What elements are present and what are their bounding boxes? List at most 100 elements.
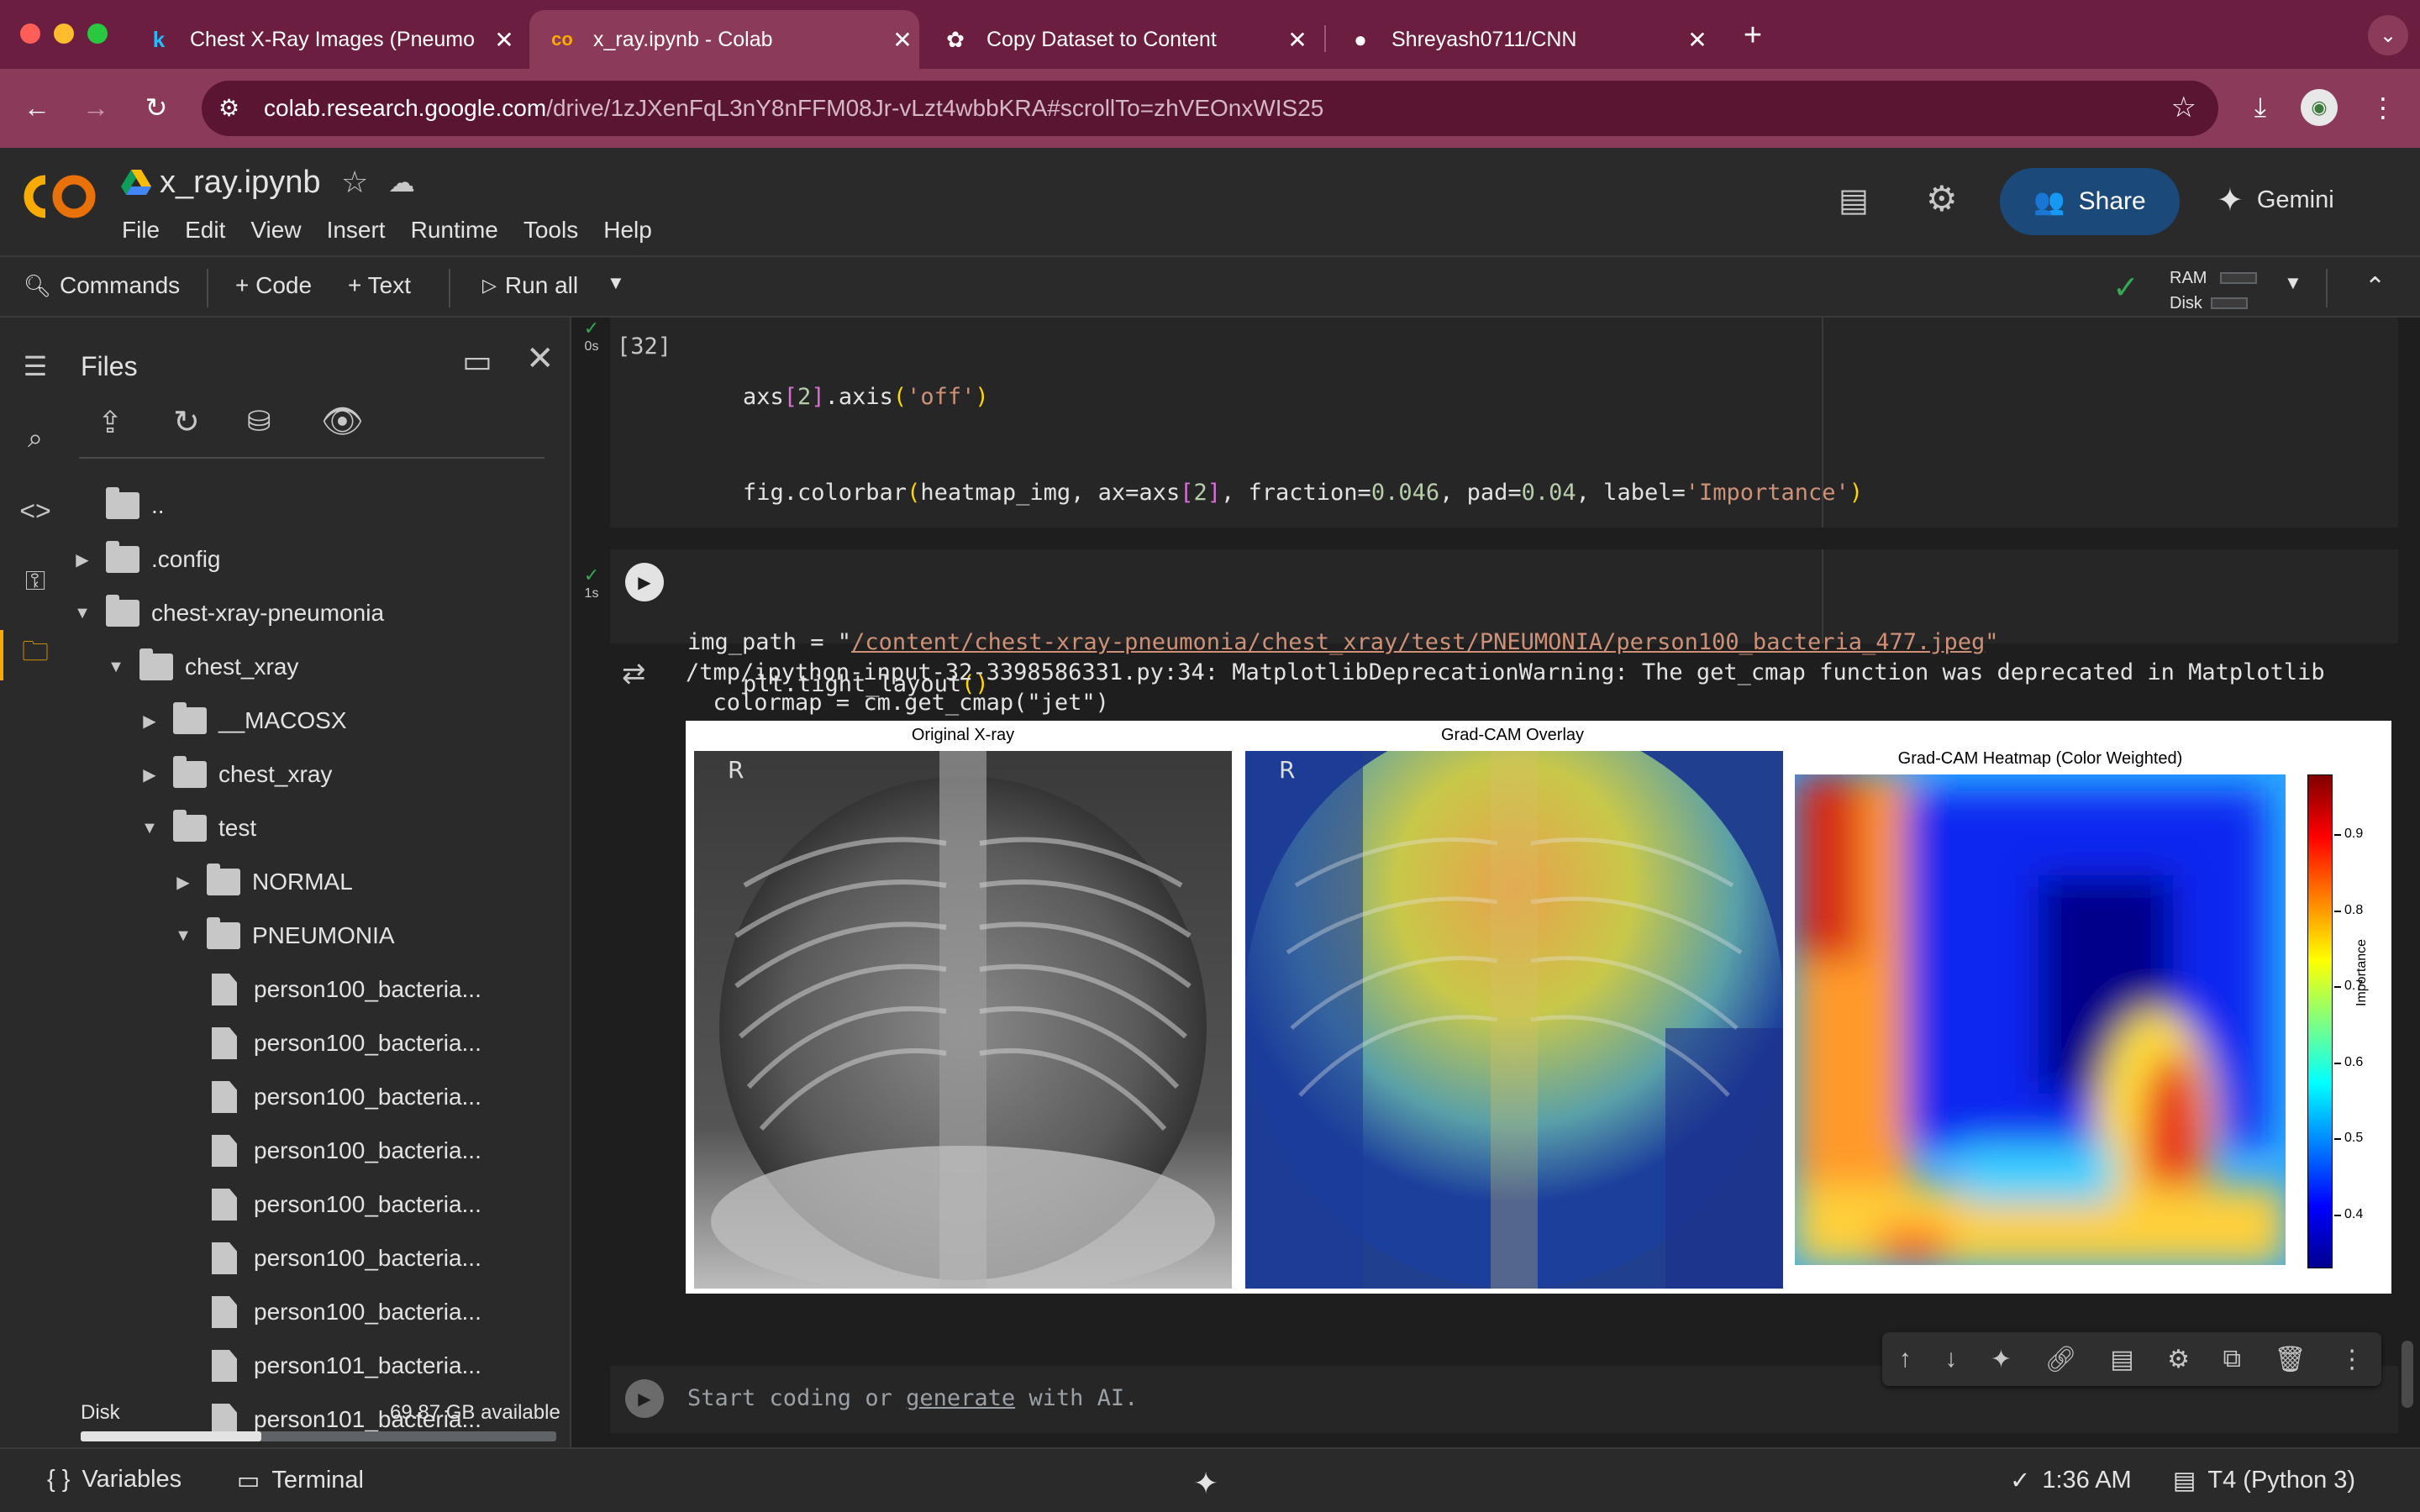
chevron-right-icon[interactable]: ▶ (173, 872, 193, 893)
folder-item[interactable]: ▼ test (139, 803, 256, 853)
menu-edit[interactable]: Edit (185, 217, 225, 244)
code-snippets-icon[interactable]: <> (17, 492, 54, 529)
menu-view[interactable]: View (250, 217, 301, 244)
run-all-dropdown-icon[interactable]: ▼ (607, 272, 625, 294)
file-path-link[interactable]: /content/chest-xray-pneumonia/chest_xray… (851, 629, 1985, 655)
bookmark-star-icon[interactable]: ☆ (2171, 91, 2196, 124)
settings-gear-icon[interactable]: ⚙ (1926, 178, 1958, 219)
site-info-icon[interactable]: ⚙ (218, 94, 239, 122)
resource-dropdown-icon[interactable]: ▼ (2284, 272, 2302, 294)
close-panel-icon[interactable]: ✕ (526, 339, 555, 378)
file-item[interactable]: person100_bacteria... (207, 1126, 481, 1176)
files-folder-icon[interactable]: 🗀 (17, 636, 54, 674)
terminal-button[interactable]: ▭ Terminal (237, 1466, 364, 1495)
chevron-right-icon[interactable]: ▶ (139, 711, 160, 732)
close-tab-icon[interactable]: ✕ (886, 26, 919, 54)
open-in-tab-icon[interactable]: ▭ (462, 343, 492, 381)
folder-item[interactable]: ▼ chest-xray-pneumonia (72, 588, 384, 638)
run-all-button[interactable]: ▷ Run all (482, 272, 578, 299)
folder-item[interactable]: ▼ chest_xray (106, 642, 298, 692)
chevron-right-icon[interactable]: ▶ (72, 549, 92, 570)
file-item[interactable]: person100_bacteria... (207, 1018, 481, 1068)
minimize-window-button[interactable] (54, 24, 74, 44)
close-tab-icon[interactable]: ✕ (1281, 26, 1314, 54)
folder-item[interactable]: ▶ NORMAL (173, 857, 353, 907)
link-icon[interactable]: 🔗︎ (2045, 1345, 2077, 1374)
back-arrow-icon[interactable]: ← (17, 87, 57, 128)
maximize-window-button[interactable] (87, 24, 108, 44)
new-tab-button[interactable]: + (1733, 15, 1773, 55)
generate-link[interactable]: generate (906, 1385, 1015, 1411)
variables-button[interactable]: { } Variables (47, 1466, 182, 1494)
file-item[interactable]: person100_bacteria... (207, 1179, 481, 1230)
scrollbar-thumb[interactable] (2402, 1341, 2413, 1408)
reload-icon[interactable]: ↻ (136, 87, 176, 128)
chevron-down-icon[interactable]: ▼ (173, 927, 193, 946)
folder-item[interactable]: ▶ __MACOSX (139, 696, 347, 746)
show-hidden-files-icon[interactable]: 👁︎ (321, 402, 364, 441)
comments-icon[interactable]: ▤ (1839, 181, 1869, 219)
folder-item[interactable]: ▼ PNEUMONIA (173, 911, 395, 961)
cell-settings-icon[interactable]: ⚙ (2167, 1345, 2190, 1374)
secrets-key-icon[interactable]: ⚿ (17, 563, 54, 600)
folder-item[interactable]: ▶ .config (72, 534, 221, 585)
mount-drive-icon[interactable]: ⛁ (247, 405, 271, 438)
cell-placeholder[interactable]: Start coding or generate with AI. (687, 1383, 1138, 1415)
file-item[interactable]: person101_bacteria... (207, 1341, 481, 1391)
browser-tab-kaggle[interactable]: k Chest X-Ray Images (Pneumo ✕ (126, 10, 521, 69)
add-code-button[interactable]: + Code (235, 272, 312, 299)
mirror-cell-icon[interactable]: ⧉ (2223, 1345, 2241, 1373)
browser-tab-github[interactable]: ● Shreyash0711/CNN ✕ (1328, 10, 1714, 69)
file-item[interactable]: person100_bacteria... (207, 1072, 481, 1122)
close-tab-icon[interactable]: ✕ (487, 26, 521, 54)
notebook-title[interactable]: x_ray.ipynb (160, 165, 321, 201)
comment-icon[interactable]: ▤ (2110, 1345, 2133, 1374)
folder-item[interactable]: .. (72, 480, 165, 531)
chevron-down-icon[interactable]: ▼ (72, 604, 92, 623)
browser-tab-colab[interactable]: co x_ray.ipynb - Colab ✕ (529, 10, 919, 69)
menu-tools[interactable]: Tools (523, 217, 578, 244)
folder-item[interactable]: ▶ chest_xray (139, 749, 332, 800)
table-of-contents-icon[interactable]: ☰ (17, 348, 54, 385)
chevron-down-icon[interactable]: ▼ (106, 658, 126, 677)
menu-help[interactable]: Help (603, 217, 652, 244)
chevron-right-icon[interactable]: ▶ (139, 764, 160, 785)
commands-button[interactable]: 🔍︎ Commands (24, 272, 180, 299)
output-actions-icon[interactable]: ⇄ (622, 657, 646, 690)
close-window-button[interactable] (20, 24, 40, 44)
move-cell-up-icon[interactable]: ↑ (1899, 1345, 1912, 1373)
browser-tab-chatgpt[interactable]: ✿ Copy Dataset to Content ✕ (923, 10, 1314, 69)
menu-runtime[interactable]: Runtime (411, 217, 498, 244)
file-item[interactable]: person100_bacteria... (207, 964, 481, 1015)
file-item[interactable]: person100_bacteria... (207, 1287, 481, 1337)
gemini-sparkle-icon[interactable]: ✦ (1193, 1466, 1218, 1501)
address-bar[interactable]: ⚙ colab.research.google.com/drive/1zJXen… (202, 81, 2218, 136)
download-icon[interactable]: ⤓ (2240, 87, 2281, 128)
run-cell-button[interactable]: ▶ (625, 563, 664, 601)
forward-arrow-icon[interactable]: → (76, 87, 116, 128)
close-tab-icon[interactable]: ✕ (1681, 26, 1714, 54)
refresh-icon[interactable]: ↻ (173, 403, 200, 441)
resource-monitor[interactable]: RAM Disk (2170, 265, 2258, 316)
gemini-button[interactable]: ✦ Gemini (2217, 181, 2334, 219)
find-replace-icon[interactable]: ⌕ (17, 420, 54, 457)
profile-avatar[interactable]: ◉ (2301, 89, 2338, 126)
chevron-down-icon[interactable]: ▼ (139, 819, 160, 838)
file-item[interactable]: person100_bacteria... (207, 1233, 481, 1284)
more-options-icon[interactable]: ⋮ (2339, 1345, 2365, 1374)
add-text-button[interactable]: + Text (348, 272, 411, 299)
tab-search-icon[interactable]: ⌄ (2368, 15, 2408, 55)
share-button[interactable]: 👥 Share (2000, 168, 2180, 235)
runtime-info[interactable]: ▤ T4 (Python 3) (2173, 1466, 2355, 1495)
browser-menu-icon[interactable]: ⋮ (2363, 87, 2403, 128)
last-run-status[interactable]: ✓ 1:36 AM (2010, 1466, 2132, 1495)
delete-cell-icon[interactable]: 🗑︎ (2275, 1345, 2307, 1374)
colab-logo[interactable] (24, 173, 96, 220)
move-cell-down-icon[interactable]: ↓ (1944, 1345, 1957, 1373)
star-notebook-icon[interactable]: ☆ (341, 165, 368, 200)
run-cell-button[interactable]: ▶ (625, 1379, 664, 1418)
menu-file[interactable]: File (122, 217, 160, 244)
menu-insert[interactable]: Insert (327, 217, 386, 244)
gemini-sparkle-icon[interactable]: ✦ (1991, 1345, 2012, 1374)
upload-file-icon[interactable]: ⇪ (97, 405, 123, 440)
